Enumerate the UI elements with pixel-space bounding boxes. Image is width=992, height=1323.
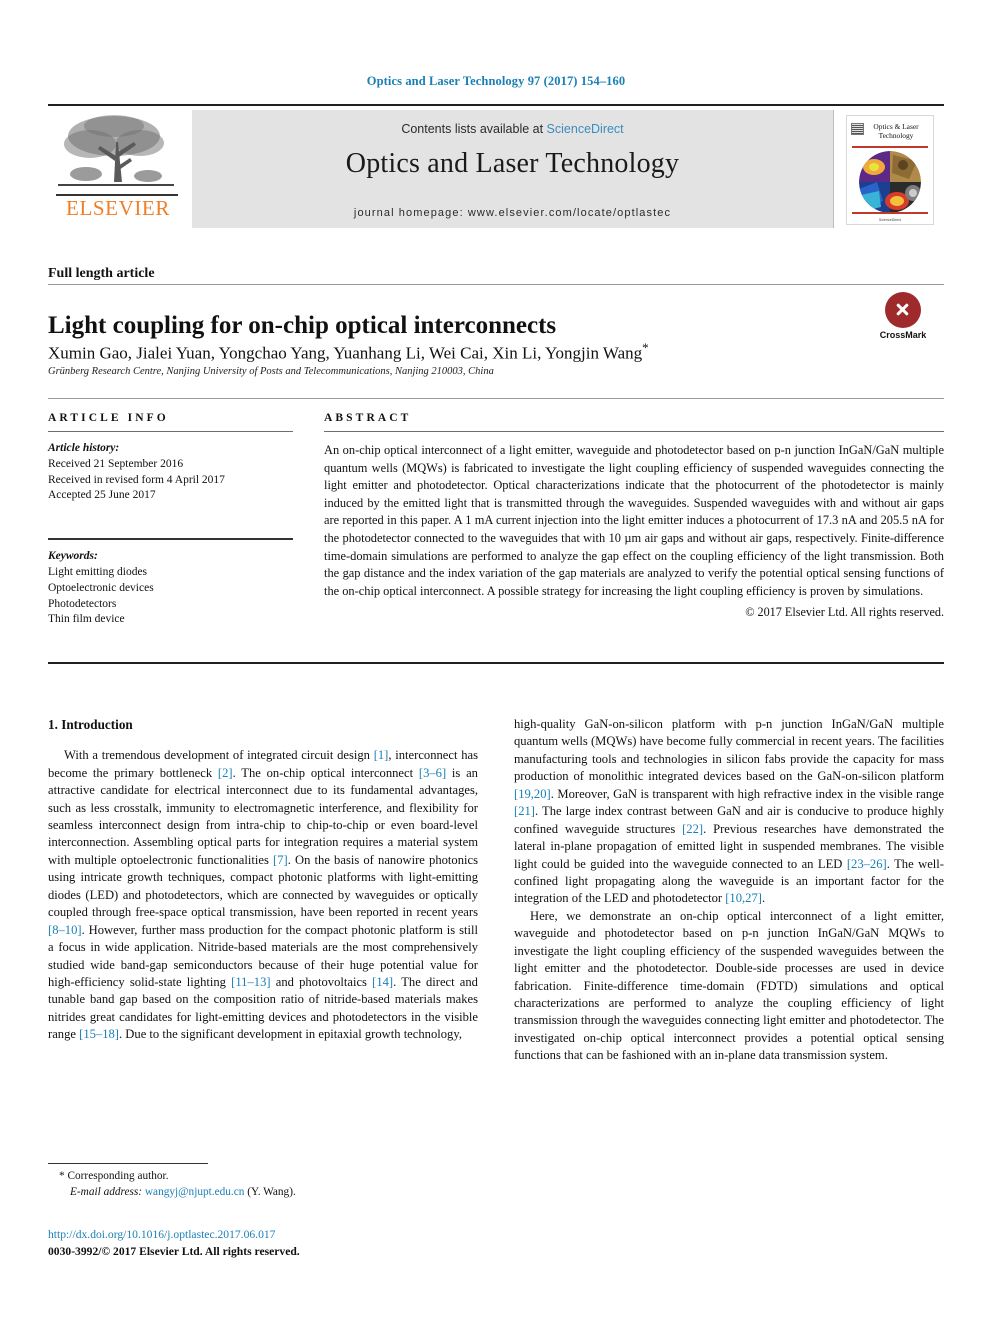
divider-footnote [48,1163,208,1164]
abstract-column: ABSTRACT An on-chip optical interconnect… [324,412,944,620]
elsevier-logo: ELSEVIER [48,110,191,228]
footnote-block: * Corresponding author. E-mail address: … [48,1168,478,1201]
contents-available-line: Contents lists available at ScienceDirec… [192,122,833,136]
journal-title: Optics and Laser Technology [345,148,680,179]
article-info-column: ARTICLE INFO Article history: Received 2… [48,412,293,628]
article-history-label: Article history: [48,441,120,454]
doi-link[interactable]: http://dx.doi.org/10.1016/j.optlastec.20… [48,1226,478,1243]
body-column-left: 1. Introduction With a tremendous develo… [48,716,478,1044]
cover-title: Optics & Laser Technology [851,122,929,141]
abstract-heading: ABSTRACT [324,412,412,424]
divider-above-info [48,398,944,399]
author-list: Xumin Gao, Jialei Yuan, Yongchao Yang, Y… [48,340,888,364]
cover-collage-image [859,151,921,213]
running-head: Optics and Laser Technology 97 (2017) 15… [366,74,626,88]
email-owner: (Y. Wang). [247,1186,296,1199]
email-label: E-mail address: [70,1186,143,1199]
elsevier-tree-icon [58,115,174,186]
journal-band: Contents lists available at ScienceDirec… [191,110,833,228]
corresponding-author-marker: * [642,340,649,355]
journal-cover-wrap: Optics & Laser Technology ScienceDirect [833,110,944,228]
article-history-item: Received in revised form 4 April 2017 [48,473,225,486]
divider-below-abstract [48,662,944,665]
paragraph: Here, we demonstrate an on-chip optical … [514,908,944,1063]
divider-article-info [48,431,293,432]
cover-title-line2: Technology [878,131,914,141]
email-link[interactable]: wangyj@njupt.edu.cn [145,1186,245,1198]
sciencedirect-link[interactable]: ScienceDirect [547,122,624,136]
keyword-item: Photodetectors [48,597,117,610]
abstract-text: An on-chip optical interconnect of a lig… [324,442,944,598]
crossmark-icon [885,292,921,328]
divider-abstract [324,431,944,432]
article-type: Full length article [48,266,155,281]
copyright-line: © 2017 Elsevier Ltd. All rights reserved… [745,605,944,620]
article-info-heading: ARTICLE INFO [48,412,169,424]
cover-rule-bottom [852,212,928,214]
cover-footer-label: ScienceDirect [878,218,902,222]
author-names: Xumin Gao, Jialei Yuan, Yongchao Yang, Y… [48,343,643,363]
corresponding-author-note: * Corresponding author. [48,1168,478,1184]
paragraph: With a tremendous development of integra… [48,748,478,1042]
issn-copyright-line: 0030-3992/© 2017 Elsevier Ltd. All right… [48,1245,300,1259]
article-history-item: Received 21 September 2016 [48,457,184,470]
email-note: E-mail address: wangyj@njupt.edu.cn (Y. … [48,1184,478,1200]
paper-page: Optics and Laser Technology 97 (2017) 15… [0,0,992,1323]
crossmark-label: CrossMark [879,330,927,340]
keyword-item: Optoelectronic devices [48,581,154,594]
divider-under-article-type [48,284,944,285]
body-column-right: high-quality GaN-on-silicon platform wit… [514,716,944,1065]
divider-keywords [48,538,293,540]
journal-cover-thumbnail: Optics & Laser Technology ScienceDirect [846,115,934,225]
journal-homepage[interactable]: journal homepage: www.elsevier.com/locat… [192,207,833,219]
keyword-item: Thin film device [48,613,125,626]
page-title: Light coupling for on-chip optical inter… [48,311,557,339]
footer-doi-block: http://dx.doi.org/10.1016/j.optlastec.20… [48,1226,478,1261]
elsevier-wordmark: ELSEVIER [66,196,170,220]
cover-title-line1: Optics & Laser [873,122,919,131]
crossmark-badge[interactable]: CrossMark [872,292,934,340]
keywords-block: Keywords: Light emitting diodes Optoelec… [48,538,293,628]
keyword-item: Light emitting diodes [48,565,148,578]
keywords-label: Keywords: [48,549,98,562]
article-history-item: Accepted 25 June 2017 [48,489,156,502]
corresponding-text: Corresponding author. [67,1170,169,1182]
section-title-introduction: 1. Introduction [48,717,133,732]
cover-rule-top [852,146,928,148]
paragraph: high-quality GaN-on-silicon platform wit… [514,717,944,906]
affiliation: Grünberg Research Centre, Nanjing Univer… [48,366,494,377]
contents-prefix: Contents lists available at [401,122,547,136]
corresponding-marker: * [59,1170,65,1182]
journal-masthead: ELSEVIER Contents lists available at Sci… [48,104,944,228]
